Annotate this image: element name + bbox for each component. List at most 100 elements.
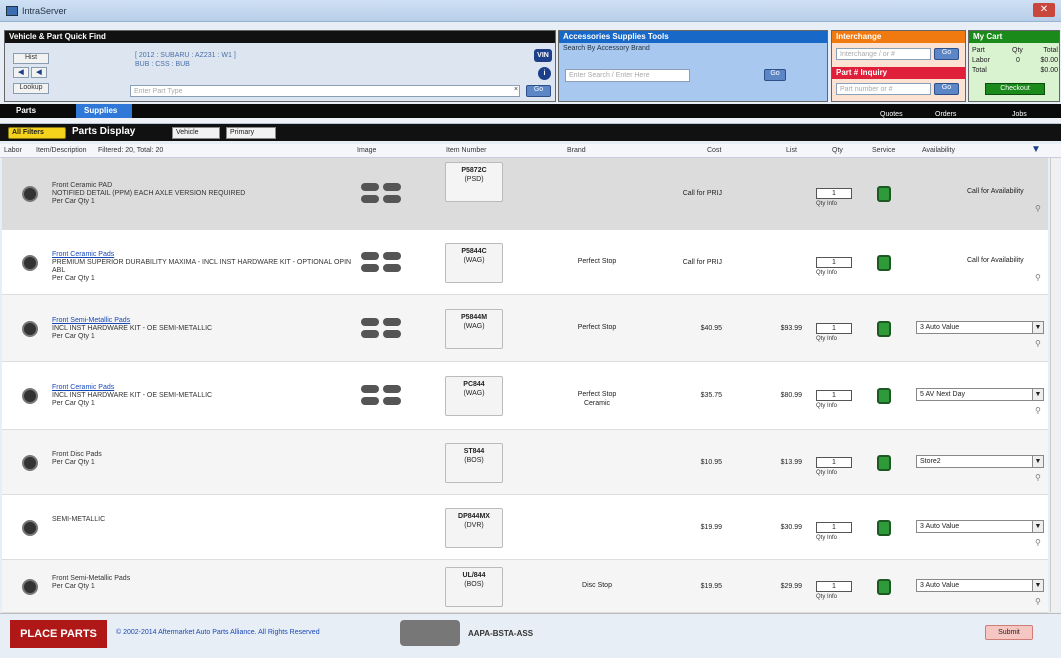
cart-title: My Cart bbox=[969, 31, 1059, 43]
brake-pad-image[interactable] bbox=[357, 316, 412, 342]
service-icon[interactable] bbox=[877, 455, 891, 471]
accessories-go-button[interactable]: Go bbox=[764, 69, 786, 81]
pin-icon[interactable]: ⚲ bbox=[1035, 339, 1041, 348]
service-icon[interactable] bbox=[877, 186, 891, 202]
item-number-button[interactable]: P5872C (PSD) bbox=[445, 162, 503, 202]
availability-select[interactable]: 5 AV Next Day ▼ bbox=[916, 388, 1044, 401]
list-price: $13.99 bbox=[780, 459, 802, 466]
chevron-down-icon[interactable]: ▼ bbox=[1032, 580, 1043, 591]
prev-arrow-icon[interactable]: ◀ bbox=[31, 67, 47, 78]
availability-select[interactable]: 3 Auto Value ▼ bbox=[916, 321, 1044, 334]
pin-icon[interactable]: ⚲ bbox=[1035, 204, 1041, 213]
scrollbar[interactable] bbox=[1050, 158, 1060, 612]
lookup-button[interactable]: Lookup bbox=[13, 83, 49, 94]
labor-tire-icon[interactable] bbox=[22, 520, 38, 536]
sort-select[interactable]: Primary bbox=[226, 127, 276, 139]
pin-icon[interactable]: ⚲ bbox=[1035, 538, 1041, 547]
labor-tire-icon[interactable] bbox=[22, 255, 38, 271]
pin-icon[interactable]: ⚲ bbox=[1035, 406, 1041, 415]
pin-icon[interactable]: ⚲ bbox=[1035, 273, 1041, 282]
orders-link[interactable]: Orders bbox=[935, 111, 956, 118]
jobs-link[interactable]: Jobs bbox=[1012, 111, 1027, 118]
pin-icon[interactable]: ⚲ bbox=[1035, 473, 1041, 482]
item-name-link[interactable]: Front Ceramic Pads bbox=[52, 251, 352, 259]
accessories-search-input[interactable]: Enter Search / Enter Here bbox=[565, 69, 690, 82]
item-detail: PREMIUM SUPERIOR DURABILITY MAXIMA - INC… bbox=[52, 259, 352, 274]
qty-input[interactable]: 1 bbox=[816, 257, 852, 268]
col-item-desc[interactable]: Item/Description bbox=[36, 147, 87, 154]
item-detail: INCL INST HARDWARE KIT - OE SEMI-METALLI… bbox=[52, 392, 213, 399]
close-icon[interactable]: ✕ bbox=[1033, 3, 1055, 17]
quotes-link[interactable]: Quotes bbox=[880, 111, 903, 118]
item-number-button[interactable]: DP844MX (DVR) bbox=[445, 508, 503, 548]
vin-button[interactable]: VIN bbox=[534, 49, 552, 62]
interchange-go-button[interactable]: Go bbox=[934, 48, 959, 60]
hist-button[interactable]: Hist bbox=[13, 53, 49, 64]
qty-input[interactable]: 1 bbox=[816, 522, 852, 533]
back-arrow-icon[interactable]: ◀ bbox=[13, 67, 29, 78]
service-icon[interactable] bbox=[877, 520, 891, 536]
item-name-link[interactable]: Front Ceramic Pads bbox=[52, 384, 352, 392]
qty-info-link[interactable]: Qty Info bbox=[816, 201, 837, 207]
brake-pad-image[interactable] bbox=[357, 383, 412, 409]
partnum-input[interactable]: Part number or # bbox=[836, 83, 931, 95]
item-name-link[interactable]: Front Semi-Metallic Pads bbox=[52, 317, 352, 325]
item-number-button[interactable]: PC844 (WAG) bbox=[445, 376, 503, 416]
item-number-button[interactable]: P5844M (WAG) bbox=[445, 309, 503, 349]
qty-input[interactable]: 1 bbox=[816, 390, 852, 401]
col-cost[interactable]: Cost bbox=[707, 147, 721, 154]
item-number-button[interactable]: ST844 (BOS) bbox=[445, 443, 503, 483]
availability-select[interactable]: 3 Auto Value ▼ bbox=[916, 579, 1044, 592]
submit-button[interactable]: Submit bbox=[985, 625, 1033, 640]
qty-info-link[interactable]: Qty Info bbox=[816, 270, 837, 276]
qty-input[interactable]: 1 bbox=[816, 457, 852, 468]
service-icon[interactable] bbox=[877, 388, 891, 404]
brake-pad-image[interactable] bbox=[357, 181, 412, 207]
col-list[interactable]: List bbox=[786, 147, 797, 154]
brake-pad-image[interactable] bbox=[357, 250, 412, 276]
qty-input[interactable]: 1 bbox=[816, 323, 852, 334]
interchange-input[interactable]: Interchange / or # bbox=[836, 48, 931, 60]
list-price: $93.99 bbox=[780, 325, 802, 332]
part-type-input[interactable]: Enter Part Type bbox=[130, 85, 520, 97]
qty-info-link[interactable]: Qty Info bbox=[816, 594, 837, 600]
qty-info-link[interactable]: Qty Info bbox=[816, 336, 837, 342]
col-labor[interactable]: Labor bbox=[4, 147, 22, 154]
availability-select[interactable]: 3 Auto Value ▼ bbox=[916, 520, 1044, 533]
labor-tire-icon[interactable] bbox=[22, 186, 38, 202]
labor-tire-icon[interactable] bbox=[22, 455, 38, 471]
qty-info-link[interactable]: Qty Info bbox=[816, 470, 837, 476]
chevron-down-icon[interactable]: ▼ bbox=[1032, 389, 1043, 400]
view-select[interactable]: Vehicle bbox=[172, 127, 220, 139]
clear-x-icon[interactable]: × bbox=[512, 86, 520, 96]
item-description: Front Disc Pads Per Car Qty 1 bbox=[52, 451, 352, 467]
qty-info-link[interactable]: Qty Info bbox=[816, 535, 837, 541]
tab-supplies[interactable]: Supplies bbox=[76, 104, 132, 118]
service-icon[interactable] bbox=[877, 255, 891, 271]
col-brand[interactable]: Brand bbox=[567, 147, 586, 154]
filter-icon[interactable]: ▼ bbox=[1031, 144, 1041, 155]
pin-icon[interactable]: ⚲ bbox=[1035, 597, 1041, 606]
chevron-down-icon[interactable]: ▼ bbox=[1032, 521, 1043, 532]
part-type-go-button[interactable]: Go bbox=[526, 85, 551, 97]
item-number-button[interactable]: P5844C (WAG) bbox=[445, 243, 503, 283]
tab-parts[interactable]: Parts bbox=[8, 104, 44, 118]
availability-select[interactable]: Store2 ▼ bbox=[916, 455, 1044, 468]
chevron-down-icon[interactable]: ▼ bbox=[1032, 322, 1043, 333]
service-icon[interactable] bbox=[877, 321, 891, 337]
info-icon[interactable]: i bbox=[538, 67, 551, 80]
labor-tire-icon[interactable] bbox=[22, 321, 38, 337]
partnum-go-button[interactable]: Go bbox=[934, 83, 959, 95]
parts-display-title: Parts Display bbox=[72, 126, 136, 137]
qty-info-link[interactable]: Qty Info bbox=[816, 403, 837, 409]
checkout-button[interactable]: Checkout bbox=[985, 83, 1045, 95]
col-item-number[interactable]: Item Number bbox=[446, 147, 486, 154]
labor-tire-icon[interactable] bbox=[22, 388, 38, 404]
qty-input[interactable]: 1 bbox=[816, 188, 852, 199]
labor-tire-icon[interactable] bbox=[22, 579, 38, 595]
chevron-down-icon[interactable]: ▼ bbox=[1032, 456, 1043, 467]
service-icon[interactable] bbox=[877, 579, 891, 595]
all-filters-button[interactable]: All Filters bbox=[8, 127, 66, 139]
item-number-button[interactable]: UL/844 (BOS) bbox=[445, 567, 503, 607]
qty-input[interactable]: 1 bbox=[816, 581, 852, 592]
